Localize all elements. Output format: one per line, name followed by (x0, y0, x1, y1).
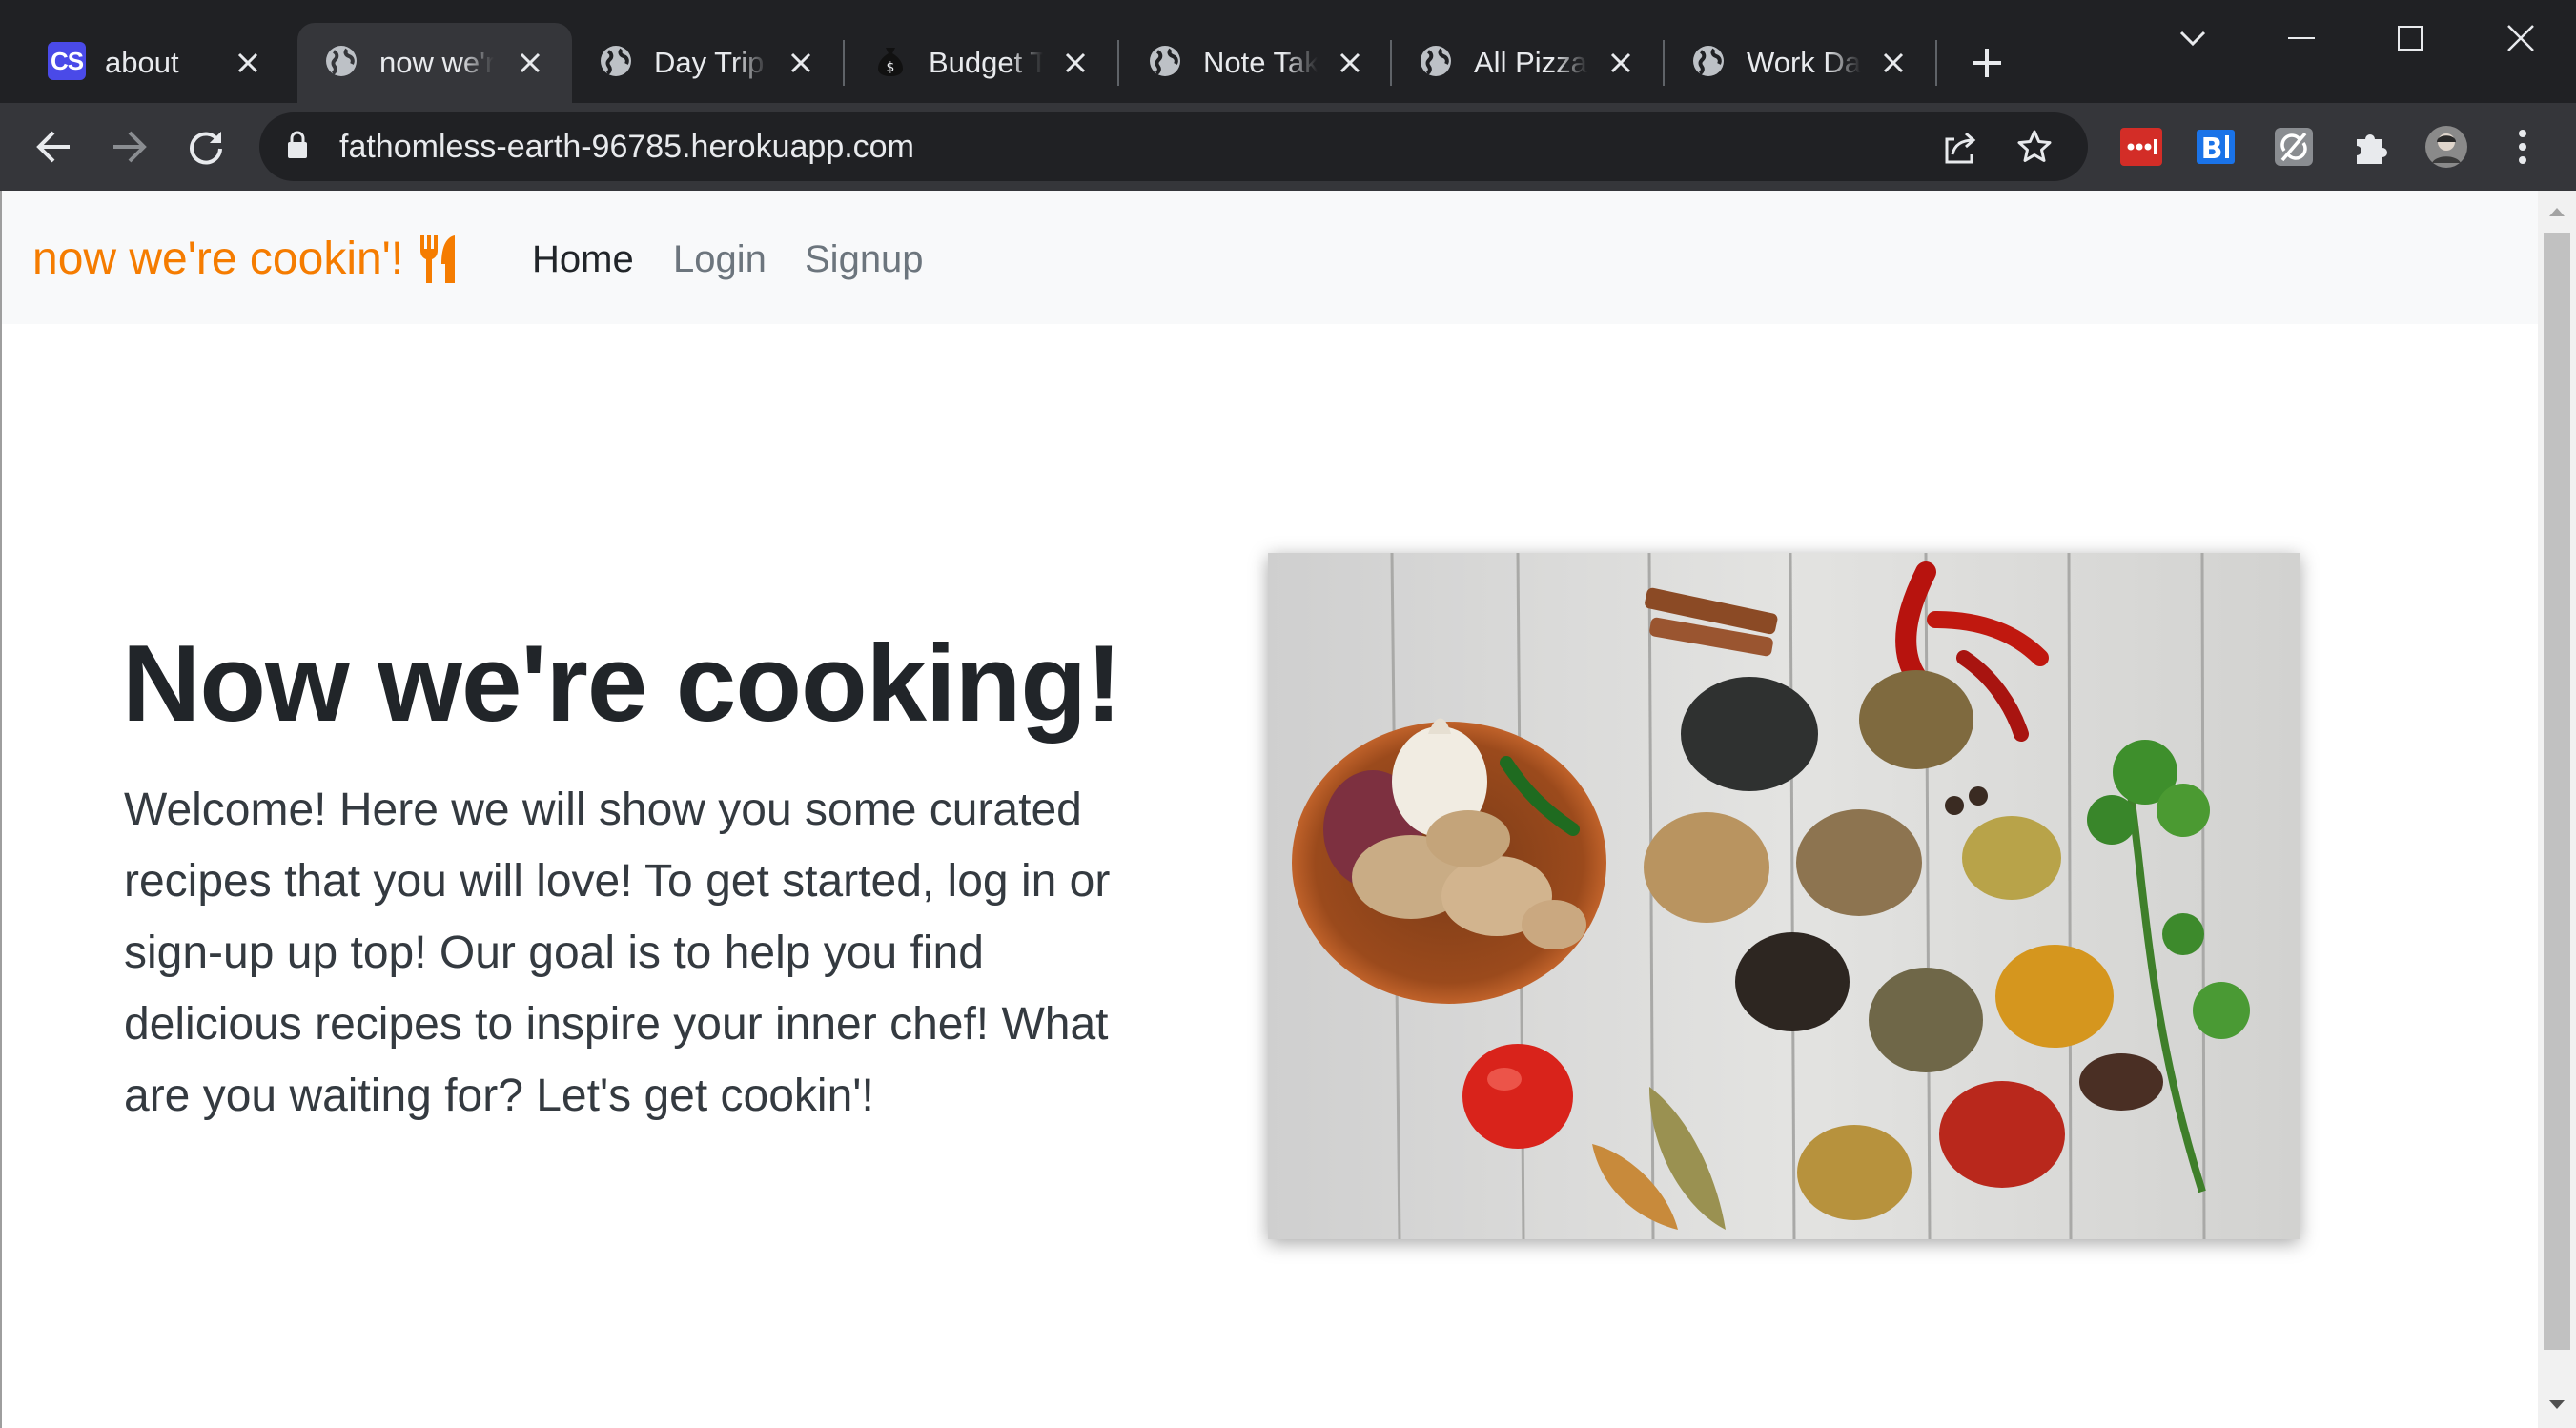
tab-separator (1935, 40, 1937, 86)
maximize-icon (2398, 26, 2423, 51)
tab-all-pizzas[interactable]: All Pizzas (1392, 23, 1663, 103)
hero-description: Welcome! Here we will show you some cura… (124, 785, 1111, 1121)
close-window-button[interactable] (2473, 0, 2568, 76)
tab-title: about (105, 46, 179, 79)
page-viewport: now we're cookin'! Home Login Signup Now… (0, 191, 2538, 1428)
money-bag-icon: $ (871, 42, 910, 80)
close-icon[interactable] (1056, 44, 1094, 82)
share-icon[interactable] (1939, 126, 1981, 168)
reload-button[interactable] (179, 120, 233, 173)
scroll-up-arrow-icon[interactable] (2545, 200, 2568, 223)
cs-favicon-icon: CS (48, 42, 86, 80)
browser-toolbar: fathomless-earth-96785.herokuapp.com B (0, 103, 2576, 191)
back-button[interactable] (27, 120, 80, 173)
globe-icon (1689, 42, 1728, 80)
bookmark-star-icon[interactable] (2014, 126, 2055, 168)
profile-avatar[interactable] (2423, 124, 2469, 170)
globe-icon (597, 42, 635, 80)
tab-title: now we're cookin'! (379, 46, 494, 79)
arrow-right-icon (113, 131, 147, 163)
forward-button[interactable] (103, 120, 156, 173)
scrollbar-thumb[interactable] (2544, 233, 2570, 1350)
svg-text:$: $ (887, 60, 895, 75)
tab-title: All Pizzas (1474, 46, 1588, 79)
browser-tab-bar: CS about now we're cookin'! Day Trip Pla… (0, 0, 2576, 103)
extension-lastpass-icon[interactable] (2118, 124, 2164, 170)
nav-signup-link[interactable]: Signup (805, 233, 924, 286)
arrow-left-icon (36, 131, 70, 163)
globe-icon (322, 42, 360, 80)
tab-title: Budget Tracker (929, 46, 1043, 79)
url-text[interactable]: fathomless-earth-96785.herokuapp.com (339, 128, 914, 166)
tab-separator (843, 40, 845, 86)
tab-now-were-cookin[interactable]: now we're cookin'! (297, 23, 572, 103)
address-bar[interactable]: fathomless-earth-96785.herokuapp.com (259, 112, 2088, 181)
reload-icon (190, 132, 222, 165)
tab-note-taker[interactable]: Note Taker (1121, 23, 1392, 103)
hero-title: Now we're cooking! (122, 623, 1122, 745)
close-icon[interactable] (1874, 44, 1912, 82)
maximize-button[interactable] (2362, 0, 2458, 76)
tab-search-button[interactable] (2145, 0, 2240, 76)
minimize-icon (2288, 37, 2315, 39)
brand-link[interactable]: now we're cookin'! (32, 231, 460, 288)
nav-login-link[interactable]: Login (673, 233, 767, 286)
tab-title: Note Taker (1203, 46, 1318, 79)
tab-title: Work Day Scheduler (1747, 46, 1861, 79)
brand-text: now we're cookin'! (32, 234, 404, 284)
tab-day-trip[interactable]: Day Trip Planner (572, 23, 843, 103)
tab-separator (1117, 40, 1119, 86)
close-icon[interactable] (1602, 44, 1640, 82)
extensions-puzzle-icon[interactable] (2347, 124, 2393, 170)
tab-budget-tracker[interactable]: $ Budget Tracker (847, 23, 1117, 103)
globe-icon (1417, 42, 1455, 80)
extension-sync-off-icon[interactable] (2271, 124, 2317, 170)
minimize-button[interactable] (2254, 0, 2349, 76)
svg-text:B: B (2201, 133, 2223, 166)
globe-icon (1146, 42, 1184, 80)
close-icon[interactable] (229, 44, 267, 82)
close-icon[interactable] (782, 44, 820, 82)
spices-photo (1268, 553, 2300, 1239)
lock-icon[interactable] (286, 130, 309, 165)
close-icon (2507, 25, 2534, 51)
close-icon[interactable] (511, 44, 549, 82)
new-tab-button[interactable] (1962, 38, 2012, 88)
close-icon[interactable] (1331, 44, 1369, 82)
tab-work-day-scheduler[interactable]: Work Day Scheduler (1665, 23, 1935, 103)
more-vert-icon (2519, 130, 2526, 164)
browser-menu-button[interactable] (2500, 124, 2545, 170)
nav-home-link[interactable]: Home (532, 233, 634, 286)
scroll-down-arrow-icon[interactable] (2545, 1394, 2568, 1417)
extension-b-icon[interactable]: B (2195, 124, 2240, 170)
page-scrollbar[interactable] (2538, 191, 2576, 1428)
utensils-icon (420, 235, 456, 283)
tab-title: Day Trip Planner (654, 46, 768, 79)
chevron-down-icon (2179, 31, 2206, 47)
plus-icon (1973, 49, 2001, 77)
tab-about[interactable]: CS about (23, 23, 290, 103)
site-navbar: now we're cookin'! Home Login Signup (2, 191, 2538, 324)
